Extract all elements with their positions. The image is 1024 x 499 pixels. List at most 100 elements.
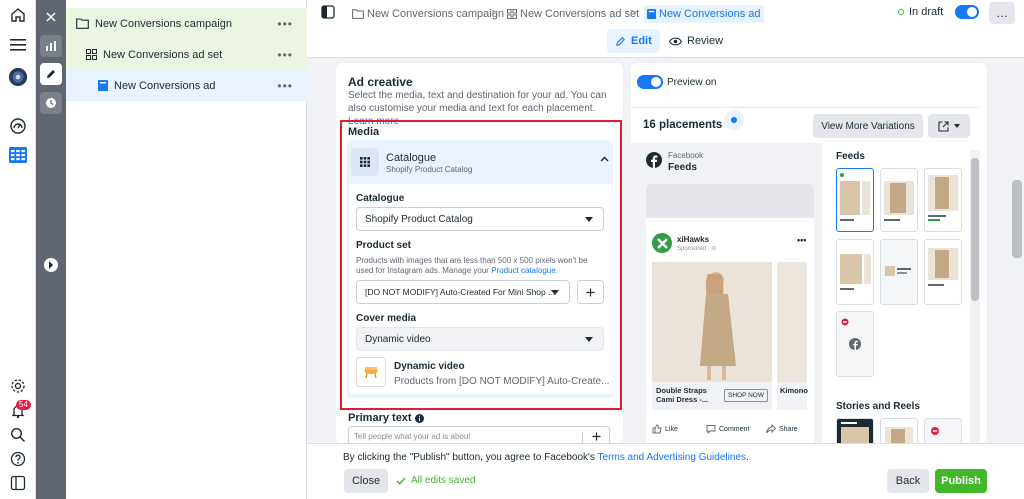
cover-media-label: Cover media	[356, 313, 417, 324]
chevron-up-icon[interactable]	[600, 156, 609, 162]
more-options-button[interactable]: …	[989, 2, 1015, 24]
loading-indicator	[724, 110, 744, 130]
comment-button[interactable]: Comment	[706, 424, 749, 434]
notification-count-badge: 54	[16, 400, 31, 410]
dashboard-icon[interactable]	[8, 116, 28, 136]
share-preview-button[interactable]	[928, 114, 970, 138]
product-set-help: Products with images that are less than …	[356, 256, 588, 275]
primary-text-input[interactable]: Tell people what your ad is about	[348, 426, 610, 443]
product-set-select[interactable]: [DO NOT MODIFY] Auto-Created For Mini Sh…	[356, 280, 570, 304]
editor-tool-strip	[36, 0, 66, 499]
product-name-2: Kimono	[780, 386, 808, 395]
placement-thumb-search[interactable]	[924, 239, 962, 305]
breadcrumb-ad[interactable]: New Conversions ad	[644, 5, 764, 23]
placements-count: 16 placements	[643, 119, 723, 131]
catalogue-select[interactable]: Shopify Product Catalog	[356, 207, 604, 231]
folder-icon	[76, 18, 89, 29]
settings-icon[interactable]	[8, 376, 28, 396]
placement-thumb-marketplace[interactable]	[924, 168, 962, 232]
divider	[631, 107, 981, 108]
advertiser-name: xiHawks	[677, 235, 710, 244]
product-image-2[interactable]	[777, 262, 807, 382]
product-catalogue-link[interactable]: Product catalogue	[491, 266, 556, 275]
feeds-heading: Feeds	[836, 151, 865, 162]
tree-item-ad[interactable]: New Conversions ad •••	[66, 70, 307, 101]
tree-item-label: New Conversions ad set	[103, 48, 223, 61]
post-more-icon[interactable]: •••	[797, 235, 806, 245]
breadcrumb-campaign[interactable]: New Conversions campaign	[352, 7, 504, 21]
account-avatar[interactable]	[8, 67, 28, 87]
panel-toggle-icon[interactable]	[8, 473, 28, 493]
like-button[interactable]: Like	[652, 424, 678, 434]
help-icon[interactable]	[8, 449, 28, 469]
share-button[interactable]: Share	[766, 424, 798, 434]
edit-pencil-icon[interactable]	[40, 63, 62, 85]
platform-label: Facebook	[668, 151, 704, 160]
tab-review[interactable]: Review	[661, 29, 731, 53]
breadcrumb-adset[interactable]: New Conversions ad set	[507, 7, 639, 21]
add-product-set-button[interactable]	[577, 280, 604, 304]
sidebar-toggle-icon[interactable]	[321, 5, 335, 19]
home-icon[interactable]	[8, 5, 28, 25]
preview-toggle-label: Preview on	[667, 77, 717, 88]
plus-icon	[592, 432, 601, 441]
publish-button[interactable]: Publish	[935, 469, 987, 493]
placement-thumb-right-column[interactable]	[880, 239, 918, 305]
ad-icon	[98, 80, 108, 91]
campaign-tree: New Conversions campaign ••• New Convers…	[66, 0, 307, 499]
primary-text-label: Primary text	[348, 412, 424, 424]
like-icon	[652, 424, 662, 434]
reporting-chart-icon[interactable]	[40, 35, 62, 57]
more-options-icon[interactable]: •••	[277, 17, 293, 31]
search-icon[interactable]	[8, 425, 28, 445]
menu-icon[interactable]	[8, 35, 28, 55]
label-text: Primary text	[348, 412, 412, 424]
tab-edit[interactable]: Edit	[607, 29, 660, 53]
preview-scrollbar-thumb[interactable]	[971, 158, 979, 301]
ad-active-toggle[interactable]	[955, 5, 979, 19]
close-button[interactable]: Close	[344, 469, 388, 493]
placement-thumb-messenger-stories[interactable]	[924, 418, 962, 443]
sponsored-label: Sponsored · ⊙	[677, 246, 717, 252]
chevron-down-icon	[551, 290, 559, 295]
facebook-logo-icon	[646, 152, 662, 168]
select-value: Shopify Product Catalog	[365, 213, 473, 225]
product-image[interactable]	[652, 262, 772, 382]
add-text-option-button[interactable]	[582, 432, 610, 443]
tree-item-adset[interactable]: New Conversions ad set •••	[66, 39, 307, 70]
page-scrollbar-thumb[interactable]	[1012, 180, 1022, 258]
view-more-variations-button[interactable]: View More Variations	[813, 114, 923, 138]
history-clock-icon[interactable]	[40, 92, 62, 114]
expand-chevron-icon[interactable]	[44, 258, 58, 272]
dynamic-video-subtitle: Products from [DO NOT MODIFY] Auto-Creat…	[394, 376, 610, 387]
chair-icon	[364, 367, 378, 379]
action-label: Like	[665, 425, 678, 433]
product-set-label: Product set	[356, 240, 412, 251]
pencil-icon	[616, 36, 625, 46]
status-label: In draft	[909, 6, 944, 18]
ads-manager-grid-icon[interactable]	[8, 145, 28, 165]
placement-thumb-ig-stories[interactable]	[880, 418, 918, 443]
placement-thumb-stories[interactable]	[836, 418, 874, 443]
breadcrumb-label: New Conversions campaign	[367, 8, 504, 20]
tab-label: Review	[687, 35, 724, 47]
back-button[interactable]: Back	[887, 469, 929, 493]
folder-icon	[352, 9, 364, 19]
placement-thumb-video-feed[interactable]	[836, 239, 874, 305]
global-nav-rail: 54	[0, 0, 36, 499]
tree-item-campaign[interactable]: New Conversions campaign •••	[66, 8, 307, 39]
placement-thumb-ig-feed[interactable]	[880, 168, 918, 232]
terms-link[interactable]: Terms and Advertising Guidelines	[598, 452, 746, 463]
close-icon[interactable]	[40, 6, 62, 28]
more-options-icon[interactable]: •••	[277, 48, 293, 62]
shop-now-button[interactable]: SHOP NOW	[724, 389, 768, 402]
section-title: Ad creative	[348, 75, 413, 89]
description-text: Select the media, text and destination f…	[348, 90, 607, 114]
placement-thumb-messenger[interactable]	[836, 311, 874, 377]
placement-thumb-fb-feed[interactable]	[836, 168, 874, 232]
cover-media-select[interactable]: Dynamic video	[356, 327, 604, 351]
preview-toggle[interactable]	[637, 75, 663, 89]
select-value: [DO NOT MODIFY] Auto-Created For Mini Sh…	[365, 287, 556, 297]
catalogue-label: Catalogue	[356, 193, 405, 204]
more-options-icon[interactable]: •••	[277, 79, 293, 93]
